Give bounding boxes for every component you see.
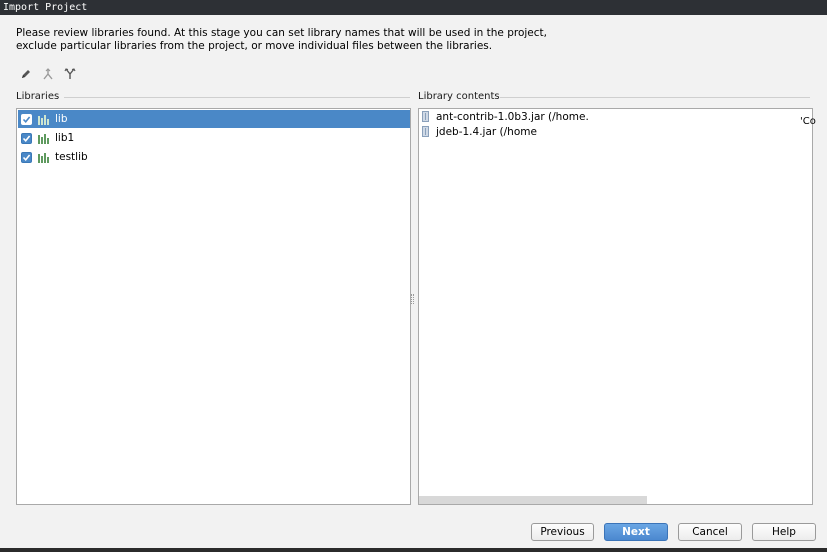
library-checkbox[interactable]: [21, 113, 32, 125]
list-item-library[interactable]: testlib: [18, 148, 410, 166]
split-icon[interactable]: [62, 66, 78, 82]
libraries-separator: [64, 97, 410, 98]
list-item-jar[interactable]: jdeb-1.4.jar (/home: [422, 124, 537, 139]
previous-button[interactable]: Previous: [531, 523, 594, 541]
library-contents-tree[interactable]: ant-contrib-1.0b3.jar (/home. jdeb-1.4.j…: [418, 108, 816, 505]
import-project-dialog: Import Project Please review libraries f…: [0, 0, 827, 552]
window-bottom-edge: [0, 548, 827, 552]
library-contents-separator: [500, 97, 810, 98]
jar-file-icon: [422, 126, 429, 137]
panel-splitter[interactable]: [411, 294, 414, 304]
library-checkbox[interactable]: [21, 151, 32, 163]
description-line-1: Please review libraries found. At this s…: [16, 27, 547, 39]
library-checkbox[interactable]: [21, 132, 32, 144]
library-icon: [38, 114, 50, 125]
library-icon: [38, 152, 50, 163]
horizontal-scrollbar[interactable]: [419, 496, 647, 504]
library-name: testlib: [55, 151, 88, 163]
next-button[interactable]: Next: [604, 523, 668, 541]
jar-file-icon: [422, 111, 429, 122]
jar-entry-text: ant-contrib-1.0b3.jar (/home.: [436, 110, 589, 123]
list-item-library[interactable]: lib: [18, 110, 410, 128]
rename-pencil-icon[interactable]: [18, 66, 34, 82]
description-text: Please review libraries found. At this s…: [16, 27, 616, 53]
library-name: lib1: [55, 132, 75, 144]
libraries-list[interactable]: lib lib1 testlib: [16, 108, 411, 505]
cancel-button[interactable]: Cancel: [678, 523, 742, 541]
description-line-2: exclude particular libraries from the pr…: [16, 40, 493, 52]
merge-icon[interactable]: [40, 66, 56, 82]
list-item-jar[interactable]: ant-contrib-1.0b3.jar (/home.: [422, 109, 589, 124]
truncated-path-text: 'Co: [800, 116, 816, 127]
libraries-label: Libraries: [16, 91, 60, 102]
library-contents-label: Library contents: [418, 91, 500, 102]
jar-entry-text: jdeb-1.4.jar (/home: [436, 125, 537, 138]
libraries-toolbar: [18, 66, 78, 82]
help-button[interactable]: Help: [752, 523, 816, 541]
window-title: Import Project: [0, 0, 827, 15]
library-icon: [38, 133, 50, 144]
library-name: lib: [55, 113, 68, 125]
list-item-library[interactable]: lib1: [18, 129, 410, 147]
